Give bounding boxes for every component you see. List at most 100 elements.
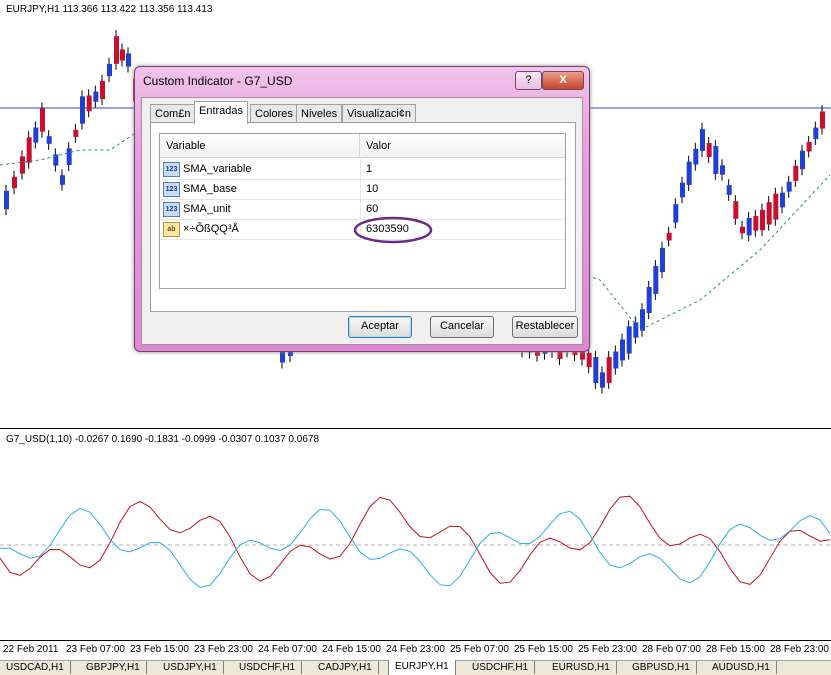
candle-body <box>633 322 639 338</box>
tab-colores[interactable]: Colores <box>250 104 298 123</box>
accept-button[interactable]: Aceptar <box>348 316 412 338</box>
symbol-tab[interactable]: CADJPY,H1 <box>312 661 379 674</box>
symbol-tab[interactable]: EURUSD,H1 <box>546 661 617 674</box>
symbol-tab[interactable]: USDCAD,H1 <box>0 661 71 674</box>
candle-body <box>820 111 825 129</box>
candle-body <box>73 129 79 137</box>
candle-body <box>660 247 665 273</box>
help-button[interactable]: ? <box>515 71 542 90</box>
candle-body <box>706 142 712 158</box>
candle-body <box>4 190 9 210</box>
time-label: 28 Feb 15:00 <box>706 644 765 655</box>
row-variable: SMA_unit <box>183 203 231 215</box>
table-row[interactable]: 123 SMA_base 10 <box>160 179 565 200</box>
time-axis: 22 Feb 2011 23 Feb 07:00 23 Feb 15:00 23… <box>0 640 831 661</box>
candle-body <box>760 209 765 231</box>
column-header-variable[interactable]: Variable <box>160 134 360 158</box>
symbol-tab[interactable]: USDCHF,H1 <box>466 661 536 674</box>
candle-body <box>606 357 612 383</box>
red-series-line <box>0 495 831 585</box>
candle-body <box>107 63 112 77</box>
candle-body <box>720 165 725 175</box>
candle-body <box>793 165 799 181</box>
time-label: 25 Feb 07:00 <box>450 644 509 655</box>
string-icon: ab <box>163 222 180 237</box>
candle-body <box>700 129 705 151</box>
time-label: 24 Feb 23:00 <box>386 644 445 655</box>
candle-body <box>773 193 779 220</box>
candle-body <box>726 185 732 195</box>
candle-body <box>780 192 785 208</box>
time-label: 28 Feb 23:00 <box>770 644 829 655</box>
tab-visualizacion[interactable]: Visualizaci¢n <box>342 104 417 123</box>
candle-body <box>620 339 625 361</box>
symbol-tab[interactable]: AUDUSD,H1 <box>706 661 777 674</box>
symbol-tab[interactable]: GBPJPY,H1 <box>80 661 147 674</box>
row-value[interactable]: 1 <box>366 159 372 179</box>
candle-body <box>120 49 125 61</box>
candle-body <box>800 150 805 170</box>
time-label: 24 Feb 15:00 <box>322 644 381 655</box>
candle-body <box>100 80 105 100</box>
time-label: 24 Feb 07:00 <box>258 644 317 655</box>
candle-body <box>46 136 52 144</box>
candle-body <box>40 108 45 132</box>
candle-body <box>86 95 92 112</box>
time-label: 28 Feb 07:00 <box>642 644 701 655</box>
candle-body <box>806 141 812 152</box>
symbol-tab-bar: USDCAD,H1 GBPJPY,H1 USDJPY,H1 USDCHF,H1 … <box>0 660 831 675</box>
time-label: 23 Feb 15:00 <box>130 644 189 655</box>
symbol-tab[interactable]: GBPUSD,H1 <box>626 661 697 674</box>
inputs-panel: Variable Valor 123 SMA_variable 1 123 SM… <box>150 122 576 312</box>
tab-niveles[interactable]: Niveles <box>296 104 343 123</box>
candle-body <box>640 309 645 331</box>
candle-body <box>66 148 72 166</box>
symbol-tab-active[interactable]: EURJPY,H1 <box>388 660 456 675</box>
candle-body <box>93 91 99 102</box>
time-label: 25 Feb 23:00 <box>578 644 637 655</box>
number-icon: 123 <box>163 182 180 197</box>
candle-body <box>126 53 131 67</box>
candle-body <box>600 372 605 388</box>
indicator-lines-plot <box>0 495 831 589</box>
candle-body <box>813 127 819 140</box>
candle-body <box>713 146 719 174</box>
symbol-tab[interactable]: USDCHF,H1 <box>233 661 303 674</box>
candle-body <box>626 326 632 354</box>
candle-body <box>80 96 85 124</box>
row-variable: SMA_base <box>183 183 237 195</box>
column-divider <box>360 159 361 179</box>
candle-body <box>746 218 752 236</box>
column-divider <box>360 179 361 199</box>
time-label: 23 Feb 23:00 <box>194 644 253 655</box>
candle-body <box>20 156 25 174</box>
symbol-tab[interactable]: USDJPY,H1 <box>157 661 224 674</box>
table-row[interactable]: 123 SMA_variable 1 <box>160 159 565 180</box>
candle-body <box>593 357 599 383</box>
number-icon: 123 <box>163 202 180 217</box>
row-variable: SMA_variable <box>183 163 252 175</box>
candle-body <box>114 36 119 64</box>
inputs-grid: Variable Valor 123 SMA_variable 1 123 SM… <box>159 133 566 289</box>
cancel-button[interactable]: Cancelar <box>430 316 494 338</box>
tab-comun[interactable]: Com£n <box>150 104 196 123</box>
time-label: 25 Feb 15:00 <box>514 644 573 655</box>
indicator-chart[interactable]: G7_USD(1,10) -0.0267 0.1690 -0.1831 -0.0… <box>0 430 831 640</box>
candle-body <box>60 175 65 185</box>
blue-series-line <box>0 507 831 589</box>
candle-body <box>753 216 759 231</box>
tab-entradas[interactable]: Entradas <box>194 101 249 124</box>
column-header-value[interactable]: Valor <box>360 134 565 158</box>
row-value[interactable]: 10 <box>366 179 378 199</box>
reset-button[interactable]: Restablecer <box>512 316 578 338</box>
candle-body <box>653 266 659 294</box>
candle-body <box>33 127 39 143</box>
row-variable: ×÷ÕßQQ³Å <box>183 223 239 235</box>
candle-body <box>673 204 679 223</box>
candle-body <box>586 352 592 368</box>
close-button[interactable]: X <box>542 71 584 90</box>
candle-body <box>786 181 792 192</box>
candle-body <box>733 201 739 219</box>
dialog-body: Com£n Entradas Colores Niveles Visualiza… <box>141 97 583 345</box>
candle-body <box>12 176 17 189</box>
